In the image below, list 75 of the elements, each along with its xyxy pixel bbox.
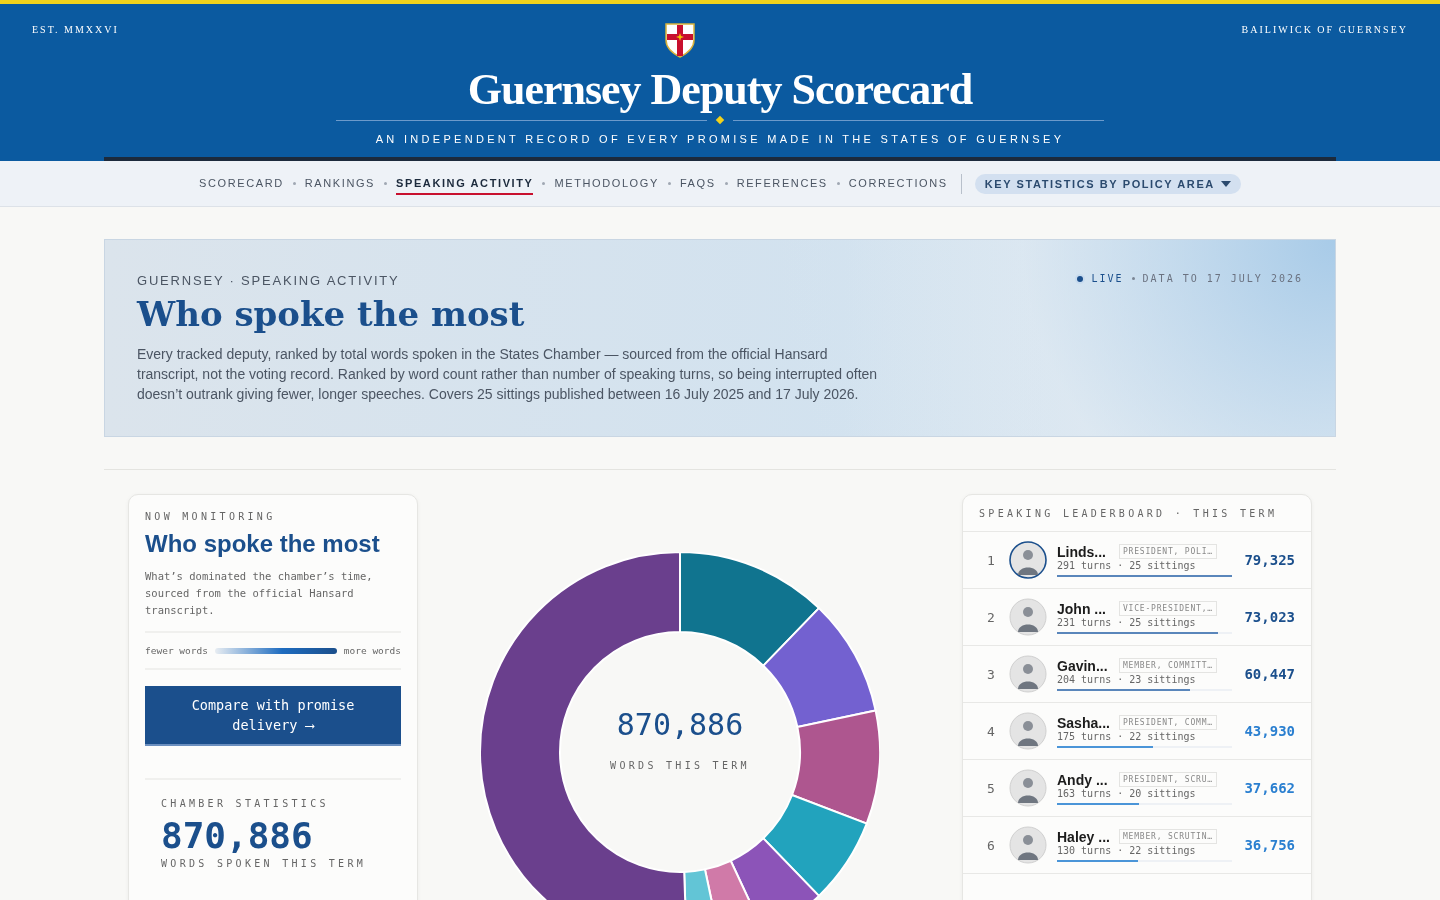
nav-link[interactable]: RANKINGS bbox=[304, 172, 376, 195]
word-count: 73,023 bbox=[1244, 609, 1295, 625]
leaderboard-row[interactable]: 6 Haley ... MEMBER, SCRUTIN… 130 turns · 22 sittings 36,756 bbox=[963, 817, 1311, 874]
deputy-name: Andy ... bbox=[1057, 771, 1109, 788]
word-count: 60,447 bbox=[1244, 666, 1295, 682]
total-caption: WORDS THIS TERM bbox=[610, 760, 750, 771]
activity-text: 175 turns · 22 sittings bbox=[1057, 730, 1197, 742]
role-tag: MEMBER, SCRUTIN… bbox=[1119, 829, 1217, 844]
tagline: AN INDEPENDENT RECORD OF EVERY PROMISE MADE IN THE STATES OF GUERNSEY bbox=[375, 133, 1065, 145]
compare-button[interactable]: Compare with promise delivery ⟶ bbox=[145, 686, 401, 746]
live-dot-icon bbox=[1077, 275, 1084, 282]
deputy-name: Linds... bbox=[1057, 543, 1107, 560]
word-count: 36,756 bbox=[1244, 837, 1295, 853]
card-description: What’s dominated the chamber’s time, sourced from the official Hansard transcript. bbox=[145, 568, 401, 633]
leaderboard-row[interactable]: 4 Sasha... PRESIDENT, COMM… 175 turns · 22 sittings 43,930 bbox=[963, 703, 1311, 760]
data-date: DATA TO 17 JULY 2026 bbox=[1142, 273, 1303, 284]
leaderboard-title: SPEAKING LEADERBOARD · THIS TERM bbox=[963, 495, 1311, 532]
nav-separator bbox=[667, 182, 671, 185]
nav-link[interactable]: SCORECARD bbox=[199, 172, 284, 195]
status-separator bbox=[1131, 277, 1135, 280]
role-tag: PRESIDENT, SCRU… bbox=[1119, 772, 1217, 787]
stats-label: CHAMBER STATISTICS bbox=[161, 798, 330, 809]
caret-icon bbox=[1220, 180, 1231, 187]
live-label: LIVE bbox=[1091, 273, 1124, 284]
nav-link[interactable]: CORRECTIONS bbox=[848, 172, 948, 195]
established-text: EST. MMXXVI bbox=[32, 24, 119, 35]
rank-number: 3 bbox=[987, 666, 996, 682]
nav-separator bbox=[542, 182, 546, 185]
nav-separator bbox=[724, 182, 728, 185]
activity-text: 130 turns · 22 sittings bbox=[1057, 844, 1197, 856]
leaderboard-row[interactable]: 2 John ... VICE-PRESIDENT,… 231 turns · 25 sittings 73,023 bbox=[963, 589, 1311, 646]
role-tag: PRESIDENT, POLI… bbox=[1119, 544, 1217, 559]
region-text: BAILIWICK OF GUERNSEY bbox=[1241, 24, 1408, 35]
word-count: 37,662 bbox=[1244, 780, 1295, 796]
total-words: 870,886 bbox=[616, 707, 744, 742]
nav-link[interactable]: METHODOLOGY bbox=[554, 172, 659, 195]
nav-separator bbox=[384, 182, 388, 185]
word-count: 79,325 bbox=[1244, 552, 1295, 568]
deputy-name: John ... bbox=[1057, 600, 1107, 617]
hero-eyebrow: GUERNSEY · SPEAKING ACTIVITY bbox=[137, 273, 401, 288]
crest-icon bbox=[664, 22, 697, 58]
nav-link[interactable]: FAQS bbox=[679, 172, 716, 195]
deputy-name: Haley ... bbox=[1057, 828, 1111, 845]
leaderboard-row[interactable]: 5 Andy ... PRESIDENT, SCRU… 163 turns · 20 sittings 37,662 bbox=[963, 760, 1311, 817]
deputy-name: Sasha... bbox=[1057, 714, 1111, 731]
deputy-name: Gavin... bbox=[1057, 657, 1109, 674]
leaderboard-row[interactable]: 1 Linds... PRESIDENT, POLI… 291 turns · 25 sittings 79,325 bbox=[963, 532, 1311, 589]
legend-low-label: fewer words bbox=[145, 645, 208, 656]
hero-title: Who spoke the most bbox=[137, 294, 526, 334]
nav-separator bbox=[836, 182, 840, 185]
rank-number: 1 bbox=[987, 552, 996, 568]
nav-link[interactable]: SPEAKING ACTIVITY bbox=[396, 172, 534, 195]
nav-separator bbox=[292, 182, 296, 185]
leaderboard-row[interactable]: 3 Gavin... MEMBER, COMMITT… 204 turns · 23 sittings 60,447 bbox=[963, 646, 1311, 703]
activity-text: 163 turns · 20 sittings bbox=[1057, 787, 1197, 799]
activity-text: 231 turns · 25 sittings bbox=[1057, 616, 1197, 628]
activity-text: 291 turns · 25 sittings bbox=[1057, 559, 1197, 571]
activity-text: 204 turns · 23 sittings bbox=[1057, 673, 1197, 685]
site-title: Guernsey Deputy Scorecard bbox=[467, 64, 973, 115]
role-tag: VICE-PRESIDENT,… bbox=[1119, 601, 1217, 616]
rank-number: 5 bbox=[987, 780, 996, 796]
rank-number: 2 bbox=[987, 609, 996, 625]
card-title: Who spoke the most bbox=[145, 530, 381, 558]
nav-link[interactable]: REFERENCES bbox=[736, 172, 828, 195]
hero-description: Every tracked deputy, ranked by total words spoken in the States Chamber — sourced from the official Hansard transcript, not the voting record. Ranked by word count rather than number of speaking turns, so being interrupted often doesn’t outrank giving fewer, longer speeches. Covers 25 sittings published between 16 July 2025 and 17 July 2026. bbox=[137, 345, 879, 404]
role-tag: MEMBER, COMMITT… bbox=[1119, 658, 1217, 673]
rank-number: 6 bbox=[987, 837, 996, 853]
stats-value: 870,886 bbox=[161, 815, 314, 856]
role-tag: PRESIDENT, COMM… bbox=[1119, 715, 1217, 730]
stats-caption: WORDS SPOKEN THIS TERM bbox=[161, 858, 368, 869]
card-eyebrow: NOW MONITORING bbox=[145, 511, 277, 522]
legend-high-label: more words bbox=[343, 645, 401, 656]
rank-number: 4 bbox=[987, 723, 996, 739]
word-count: 43,930 bbox=[1244, 723, 1295, 739]
policy-dropdown[interactable]: KEY STATISTICS BY POLICY AREA bbox=[974, 173, 1241, 194]
